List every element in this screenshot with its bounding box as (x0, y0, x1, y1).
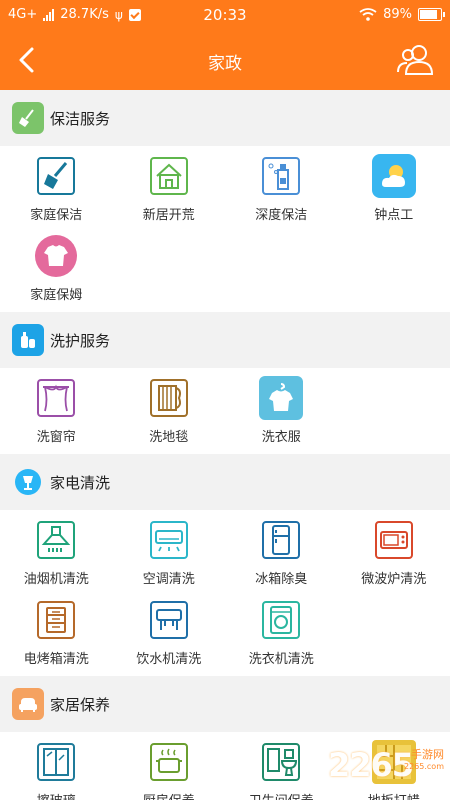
service-deep-cleaning[interactable]: 深度保洁 (225, 152, 338, 232)
section-grid-cleaning: 家庭保洁 新居开荒 深度保洁 钟点工 家庭保姆 (0, 146, 450, 312)
microwave-icon (372, 518, 416, 562)
watermark-brand: 2265 (328, 746, 414, 784)
sun-cloud-icon (371, 154, 416, 198)
service-label: 深度保洁 (255, 208, 308, 223)
curtain-icon (34, 376, 78, 420)
service-label: 空调清洗 (142, 572, 195, 587)
section-header-appliance: 家电清洗 (0, 454, 450, 510)
service-label: 洗窗帘 (36, 430, 76, 445)
toilet-icon (259, 740, 303, 784)
users-icon[interactable] (396, 42, 436, 76)
status-bar: 4G+ 28.7K/s ψ 20:33 89% (0, 0, 450, 30)
battery-icon (418, 8, 445, 21)
fridge-icon (259, 518, 303, 562)
section-title: 家电清洗 (50, 473, 111, 492)
service-label: 洗地毯 (149, 430, 189, 445)
broom-icon (12, 102, 44, 134)
section-header-home-care: 家居保养 (0, 676, 450, 732)
nav-bar: 家政 (0, 30, 450, 90)
service-hourly-worker[interactable]: 钟点工 (338, 152, 450, 232)
section-grid-laundry: 洗窗帘 洗地毯 洗衣服 (0, 368, 450, 454)
section-header-laundry: 洗护服务 (0, 312, 450, 368)
service-curtain[interactable]: 洗窗帘 (0, 374, 113, 454)
watermark-logo: 2265 手游网 2265.com (300, 742, 450, 800)
water-dispenser-icon (147, 598, 191, 642)
service-label: 冰箱除臭 (255, 572, 308, 587)
top-bar: 4G+ 28.7K/s ψ 20:33 89% 家政 (0, 0, 450, 90)
service-label: 微波炉清洗 (361, 572, 427, 587)
oven-icon (34, 598, 78, 642)
service-label: 钟点工 (374, 208, 414, 223)
house-icon (147, 154, 191, 198)
service-label: 家庭保洁 (30, 208, 83, 223)
service-oven[interactable]: 电烤箱清洗 (0, 596, 113, 676)
shirt-hanger-icon (259, 376, 304, 420)
page-title: 家政 (208, 54, 242, 74)
battery-percent: 89% (383, 7, 412, 22)
service-label: 洗衣服 (261, 430, 301, 445)
spray-bottle-icon (259, 154, 303, 198)
service-carpet[interactable]: 洗地毯 (113, 374, 226, 454)
service-clothes[interactable]: 洗衣服 (225, 374, 338, 454)
lamp-icon (12, 466, 44, 498)
service-label: 厨房保养 (143, 790, 195, 800)
section-title: 保洁服务 (50, 109, 111, 128)
air-conditioner-icon (147, 518, 191, 562)
service-label: 油烟机清洗 (23, 572, 89, 587)
service-label: 新居开荒 (142, 208, 195, 223)
content: 保洁服务 家庭保洁 新居开荒 深度保洁 钟点工 家庭保姆 洗护服务 洗窗帘 洗地… (0, 90, 450, 800)
section-title: 洗护服务 (50, 331, 111, 350)
service-label: 洗衣机清洗 (248, 652, 314, 667)
service-home-cleaning[interactable]: 家庭保洁 (0, 152, 113, 232)
pot-icon (147, 740, 191, 784)
section-header-cleaning: 保洁服务 (0, 90, 450, 146)
service-water-dispenser[interactable]: 饮水机清洗 (113, 596, 226, 676)
service-range-hood[interactable]: 油烟机清洗 (0, 516, 113, 596)
service-washing-machine[interactable]: 洗衣机清洗 (225, 596, 338, 676)
service-window[interactable]: 擦玻璃 (0, 738, 113, 800)
watermark-sub: 手游网 (411, 748, 444, 761)
window-icon (34, 740, 78, 784)
section-grid-appliance: 油烟机清洗 空调清洗 冰箱除臭 微波炉清洗 电烤箱清洗 饮水机清洗 洗衣机清洗 (0, 510, 450, 676)
service-label: 家庭保姆 (30, 288, 83, 303)
section-title: 家居保养 (50, 695, 111, 714)
detergent-icon (12, 324, 44, 356)
service-fridge[interactable]: 冰箱除臭 (225, 516, 338, 596)
carpet-icon (147, 376, 191, 420)
service-kitchen[interactable]: 厨房保养 (113, 738, 226, 800)
service-label: 电烤箱清洗 (23, 652, 89, 667)
range-hood-icon (34, 518, 78, 562)
service-nanny[interactable]: 家庭保姆 (0, 232, 113, 312)
watermark-url: 2265.com (404, 762, 444, 771)
broom-icon (34, 154, 78, 198)
sofa-icon (12, 688, 44, 720)
washing-machine-icon (259, 598, 303, 642)
service-microwave[interactable]: 微波炉清洗 (338, 516, 450, 596)
service-new-home[interactable]: 新居开荒 (113, 152, 226, 232)
wifi-icon (359, 8, 377, 21)
service-label: 擦玻璃 (37, 790, 76, 800)
tshirt-icon (34, 234, 78, 278)
service-label: 饮水机清洗 (136, 652, 202, 667)
service-air-conditioner[interactable]: 空调清洗 (113, 516, 226, 596)
